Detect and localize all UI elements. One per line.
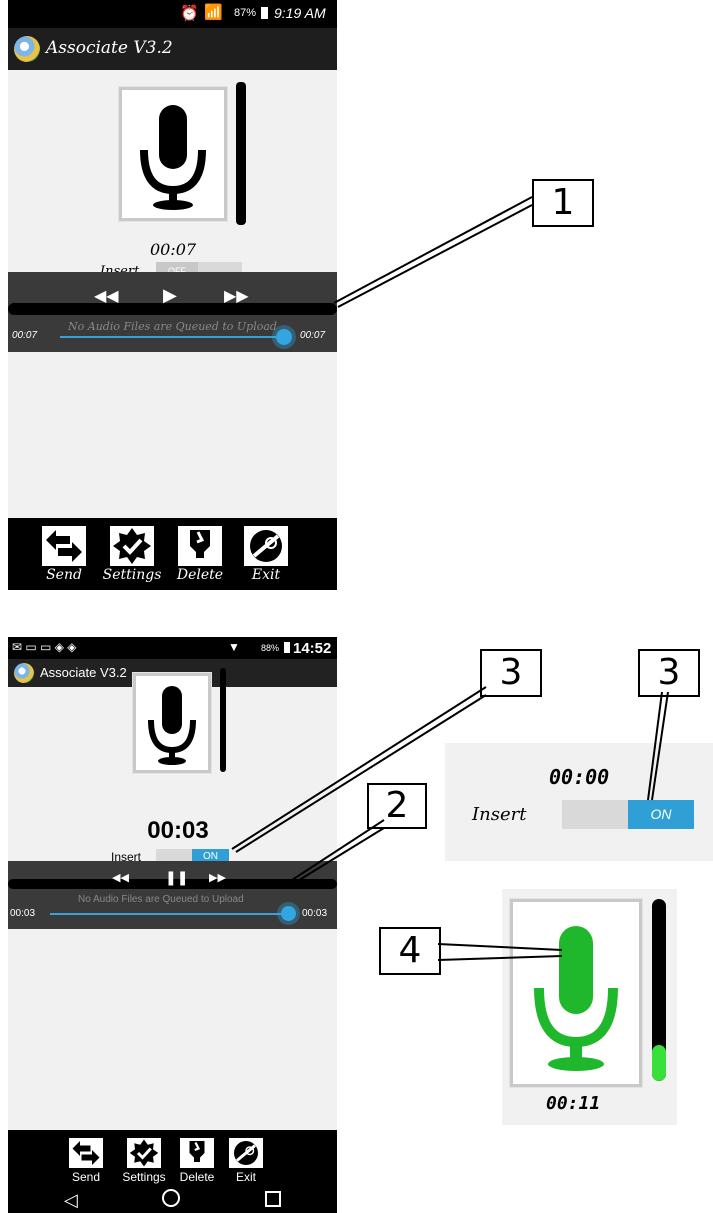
battery-level: 87% bbox=[234, 7, 257, 19]
record-button[interactable] bbox=[133, 673, 211, 773]
top-screenshot: ⏰ 📶 87% 9:19 AM Associate V3.2 00:07 Ins… bbox=[8, 0, 337, 590]
nav-recents-button[interactable] bbox=[265, 1191, 281, 1207]
delete-button[interactable]: Delete bbox=[172, 1138, 222, 1186]
playback-panel: ◀◀ ▶ ▶▶ No Audio Files are Queued to Upl… bbox=[8, 272, 337, 352]
play-button[interactable]: ▶ bbox=[163, 285, 177, 306]
audio-level-meter bbox=[236, 82, 246, 225]
settings-label: Settings bbox=[102, 567, 162, 583]
microphone-icon bbox=[140, 105, 206, 210]
inset-insert-toggle[interactable]: ON bbox=[562, 800, 694, 829]
clock: 9:19 AM bbox=[274, 5, 326, 21]
delete-icon bbox=[180, 1138, 214, 1168]
status-bar: ⏰ 📶 87% 9:19 AM bbox=[8, 0, 337, 28]
rewind-button[interactable]: ◀◀ bbox=[94, 286, 119, 305]
battery-level: 88% bbox=[261, 643, 280, 653]
callout-3-inset-pointer bbox=[647, 691, 669, 801]
delete-icon bbox=[178, 526, 222, 566]
callout-4-pointer bbox=[437, 943, 563, 961]
inset-audio-level-fill bbox=[652, 1044, 666, 1081]
callout-2-pointer bbox=[291, 819, 385, 883]
microphone-icon bbox=[534, 926, 618, 1071]
seek-bar[interactable] bbox=[60, 336, 282, 338]
inset-insert-label: Insert bbox=[472, 804, 527, 825]
send-label: Send bbox=[46, 567, 82, 583]
notification-icons: ✉ ▭ ▭ ◈ ◈ bbox=[12, 640, 77, 654]
app-title: Associate V3.2 bbox=[40, 665, 127, 680]
settings-button[interactable]: Settings bbox=[102, 526, 162, 584]
callout-1-pointer bbox=[333, 196, 533, 308]
upload-queue-status: No Audio Files are Queued to Upload bbox=[78, 894, 244, 905]
inset-recording-mic: 00:11 bbox=[502, 889, 677, 1125]
exit-button[interactable]: Exit bbox=[240, 526, 292, 584]
position-start: 00:07 bbox=[12, 330, 38, 341]
rewind-button[interactable]: ◀◀ bbox=[112, 871, 129, 884]
delete-label: Delete bbox=[176, 567, 224, 583]
status-bar: ✉ ▭ ▭ ◈ ◈ ▼ 88% 14:52 bbox=[8, 637, 337, 659]
fast-forward-button[interactable]: ▶▶ bbox=[224, 286, 249, 305]
position-start: 00:03 bbox=[10, 908, 36, 919]
fast-forward-button[interactable]: ▶▶ bbox=[209, 871, 226, 884]
seek-bar[interactable] bbox=[50, 913, 286, 915]
inset-insert-switch: 00:00 Insert ON bbox=[445, 743, 713, 861]
callout-1: 1 bbox=[532, 179, 594, 227]
inset-record-button[interactable] bbox=[510, 899, 642, 1087]
upload-queue-status: No Audio Files are Queued to Upload bbox=[68, 320, 277, 333]
wifi-icon: ▼ bbox=[228, 640, 240, 654]
callout-3: 3 bbox=[480, 649, 542, 697]
nav-home-button[interactable] bbox=[162, 1189, 180, 1207]
settings-label: Settings bbox=[122, 1170, 166, 1184]
record-timer: 00:03 bbox=[147, 817, 209, 844]
delete-label: Delete bbox=[179, 1170, 215, 1184]
action-bar: Associate V3.2 bbox=[8, 28, 337, 70]
send-button[interactable]: Send bbox=[38, 526, 90, 584]
settings-icon bbox=[127, 1138, 161, 1168]
exit-icon bbox=[244, 526, 288, 566]
bottom-toolbar: Send Settings Delete Exit bbox=[8, 518, 337, 590]
clock: 14:52 bbox=[293, 640, 332, 657]
seek-thumb[interactable] bbox=[276, 329, 292, 345]
send-label: Send bbox=[71, 1170, 101, 1184]
send-button[interactable]: Send bbox=[66, 1138, 106, 1186]
record-timer: 00:07 bbox=[149, 240, 197, 259]
app-icon[interactable] bbox=[14, 36, 40, 62]
record-button[interactable] bbox=[119, 87, 227, 221]
app-icon[interactable] bbox=[14, 663, 34, 683]
microphone-icon bbox=[148, 686, 196, 765]
position-end: 00:07 bbox=[300, 330, 326, 341]
exit-label: Exit bbox=[235, 1170, 256, 1184]
inset-insert-toggle-track bbox=[562, 800, 628, 829]
callout-4: 4 bbox=[379, 927, 441, 975]
exit-icon bbox=[229, 1138, 263, 1168]
settings-button[interactable]: Settings bbox=[116, 1138, 172, 1186]
send-icon bbox=[42, 526, 86, 566]
audio-level-meter bbox=[220, 668, 226, 772]
battery-icon bbox=[284, 642, 290, 653]
exit-button[interactable]: Exit bbox=[226, 1138, 266, 1186]
inset-audio-level-meter bbox=[652, 899, 666, 1081]
wifi-icon: 📶 bbox=[204, 4, 223, 21]
seek-thumb[interactable] bbox=[281, 906, 296, 921]
send-icon bbox=[69, 1138, 103, 1168]
settings-icon bbox=[110, 526, 154, 566]
alarm-icon: ⏰ bbox=[180, 5, 199, 22]
inset-timer: 00:11 bbox=[546, 1093, 601, 1114]
nav-back-button[interactable]: ◁ bbox=[64, 1190, 78, 1211]
bottom-toolbar: Send Settings Delete Exit ◁ bbox=[8, 1130, 337, 1213]
app-title: Associate V3.2 bbox=[46, 38, 173, 58]
position-end: 00:03 bbox=[302, 908, 328, 919]
inset-timer: 00:00 bbox=[549, 765, 610, 789]
battery-icon bbox=[261, 7, 268, 19]
exit-label: Exit bbox=[251, 567, 281, 583]
pause-button[interactable]: ❚❚ bbox=[165, 870, 188, 886]
delete-button[interactable]: Delete bbox=[170, 526, 230, 584]
